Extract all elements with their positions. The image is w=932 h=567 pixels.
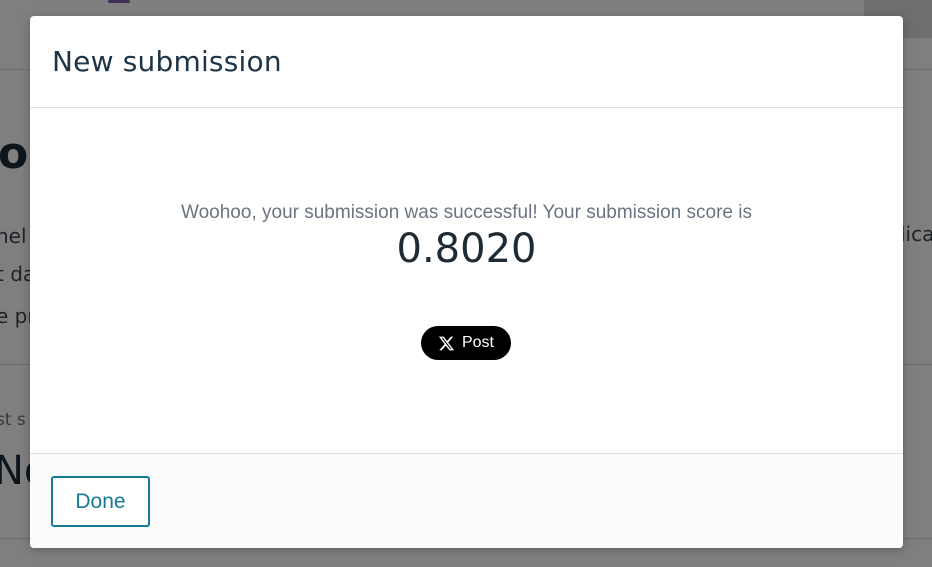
share-post-label: Post xyxy=(461,334,494,351)
modal-footer: Done xyxy=(30,453,903,548)
done-button[interactable]: Done xyxy=(51,476,150,527)
submission-modal: New submission Woohoo, your submission w… xyxy=(30,16,903,548)
modal-header: New submission xyxy=(30,16,903,108)
success-message: Woohoo, your submission was successful! … xyxy=(181,202,752,223)
modal-body: Woohoo, your submission was successful! … xyxy=(30,108,903,453)
submission-score: 0.8020 xyxy=(396,226,537,272)
x-logo-icon xyxy=(438,335,455,352)
share-post-button[interactable]: Post xyxy=(421,326,511,360)
modal-title: New submission xyxy=(52,45,282,78)
